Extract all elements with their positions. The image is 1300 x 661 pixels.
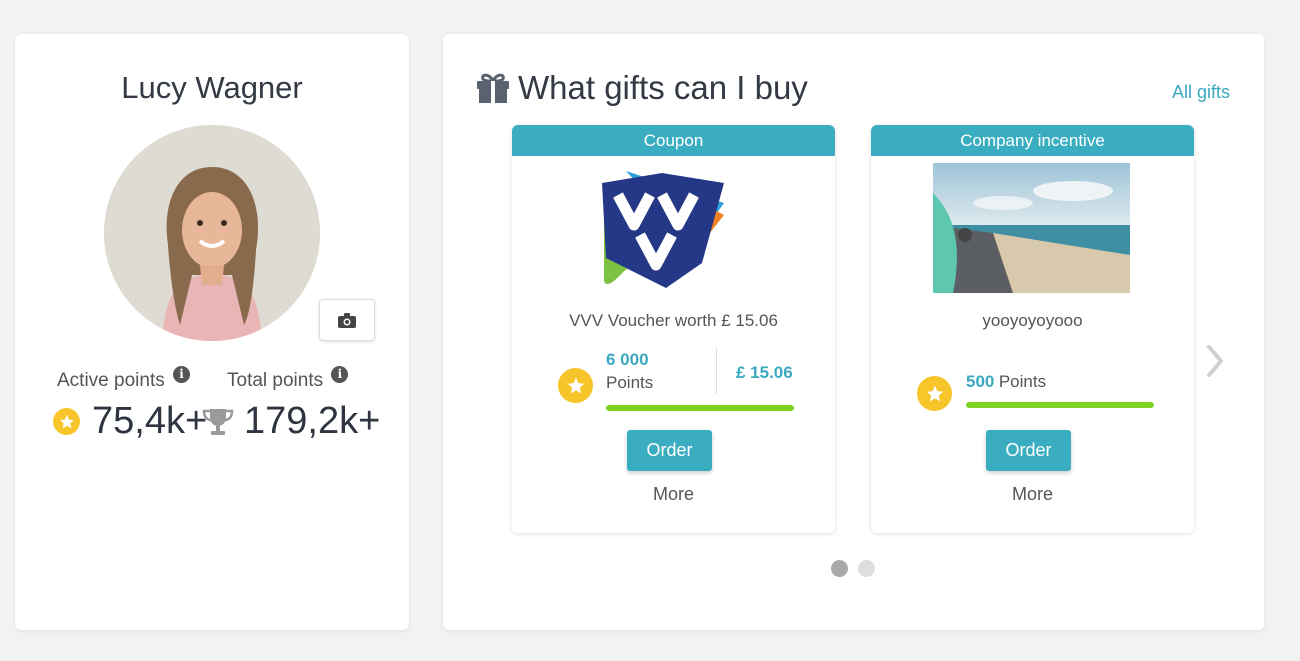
points-value: 6 000 xyxy=(606,350,649,369)
gift-points: 500 Points xyxy=(966,372,1046,392)
gift-category: Coupon xyxy=(512,125,835,156)
gift-category: Company incentive xyxy=(871,125,1194,156)
points-value: 500 xyxy=(966,372,995,391)
info-icon[interactable]: i xyxy=(173,366,191,383)
gift-card[interactable]: Coupon VVV Voucher worth £ 15.06 6 000 P… xyxy=(512,125,835,533)
points-progress-bar xyxy=(606,405,794,411)
active-points-label-group: Active points i xyxy=(57,366,191,392)
points-progress-bar xyxy=(966,402,1154,408)
points-progress-fill xyxy=(966,402,1154,408)
gifts-title: What gifts can I buy xyxy=(476,69,808,107)
gifts-title-text: What gifts can I buy xyxy=(518,69,808,106)
all-gifts-link[interactable]: All gifts xyxy=(1172,82,1230,103)
gift-icon xyxy=(477,73,509,103)
info-icon[interactable]: i xyxy=(331,366,349,383)
points-word: Points xyxy=(998,372,1047,391)
active-points-label: Active points xyxy=(57,370,165,391)
total-points-label-group: Total points i xyxy=(227,366,349,392)
vvv-logo xyxy=(574,163,771,293)
star-icon xyxy=(917,376,952,411)
active-points-value-group: 75,4k+ xyxy=(53,400,207,443)
points-progress-fill xyxy=(606,405,794,411)
profile-name: Lucy Wagner xyxy=(121,70,303,105)
gift-image xyxy=(574,163,771,293)
change-photo-button[interactable] xyxy=(319,299,375,341)
total-points-label: Total points xyxy=(227,370,324,391)
trophy-icon xyxy=(202,408,234,435)
pagination-dot-2[interactable] xyxy=(858,560,875,577)
gift-image xyxy=(933,163,1130,293)
profile-card: Lucy Wagner Active points i Total points… xyxy=(15,34,409,630)
gift-title: VVV Voucher worth £ 15.06 xyxy=(569,311,778,330)
more-link[interactable]: More xyxy=(871,484,1194,505)
order-button[interactable]: Order xyxy=(627,430,712,471)
pagination-dot-1[interactable] xyxy=(831,560,848,577)
gift-title: yooyoyoyooo xyxy=(982,311,1083,330)
gift-price: £ 15.06 xyxy=(736,363,793,382)
gifts-panel: What gifts can I buy All gifts Coupon VV… xyxy=(443,34,1264,630)
chevron-right-icon[interactable] xyxy=(1205,344,1225,378)
total-points-value-group: 179,2k+ xyxy=(202,400,380,443)
gift-points: 6 000 Points xyxy=(606,350,653,393)
more-link[interactable]: More xyxy=(512,484,835,505)
points-word: Points xyxy=(606,373,654,392)
active-points-value: 75,4k+ xyxy=(92,400,208,442)
beach-photo xyxy=(933,163,1130,293)
order-button[interactable]: Order xyxy=(986,430,1071,471)
star-icon xyxy=(558,368,593,403)
gift-card[interactable]: Company incentive yooyoyoyooo 500 Points… xyxy=(871,125,1194,533)
star-icon xyxy=(53,408,80,435)
divider xyxy=(716,348,717,394)
avatar-photo xyxy=(104,125,320,341)
camera-icon xyxy=(338,312,356,328)
avatar xyxy=(104,125,320,341)
total-points-value: 179,2k+ xyxy=(244,400,381,442)
